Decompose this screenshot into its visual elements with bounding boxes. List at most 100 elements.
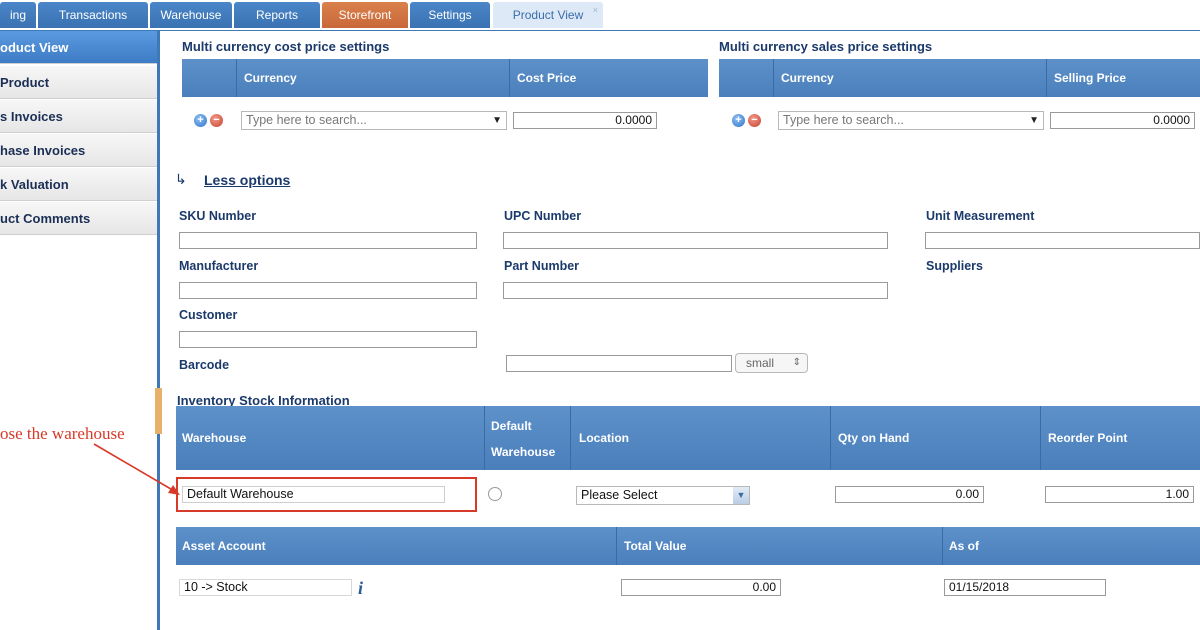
column-header-location: Location	[579, 431, 629, 445]
tab-product-view[interactable]: Product View ×	[493, 2, 603, 28]
tab-transactions[interactable]: Transactions	[38, 2, 148, 28]
asset-account-input[interactable]: 10 -> Stock	[179, 579, 352, 596]
info-icon[interactable]: i	[358, 578, 363, 599]
as-of-date-input[interactable]: 01/15/2018	[944, 579, 1106, 596]
sidebar-item-label: uct Comments	[0, 211, 91, 226]
tab-label: Product View	[512, 8, 584, 22]
annotation-arrow-icon	[93, 443, 180, 495]
tab-settings[interactable]: Settings	[410, 2, 490, 28]
sales-settings-title: Multi currency sales price settings	[719, 39, 933, 54]
remove-row-icon[interactable]: −	[210, 114, 223, 127]
grid-divider	[830, 406, 831, 470]
sidebar-item-label: k Valuation	[0, 177, 69, 192]
chevron-down-icon: ▼	[733, 487, 749, 504]
cost-grid-header: Currency Cost Price	[182, 59, 708, 97]
sales-currency-search[interactable]: Type here to search... ▼	[778, 111, 1044, 130]
default-warehouse-radio[interactable]	[488, 487, 502, 501]
reorder-point-input[interactable]: 1.00	[1045, 486, 1194, 503]
grid-divider	[616, 527, 617, 565]
cost-currency-search[interactable]: Type here to search... ▼	[241, 111, 507, 130]
sales-grid-header: Currency Selling Price	[719, 59, 1200, 97]
column-header-qty-on-hand: Qty on Hand	[838, 431, 910, 445]
sidebar-item-product-comments[interactable]: uct Comments	[0, 202, 157, 235]
column-header-cost-price: Cost Price	[517, 71, 577, 85]
column-header-currency: Currency	[781, 71, 834, 85]
sidebar-item-label: Product	[0, 75, 50, 90]
close-icon[interactable]: ×	[593, 0, 598, 23]
tab-label: Warehouse	[160, 8, 222, 22]
grid-divider	[1046, 59, 1047, 97]
cost-settings-title: Multi currency cost price settings	[182, 39, 390, 54]
top-tab-bar: ing Transactions Warehouse Reports Store…	[0, 0, 1200, 31]
sidebar-divider	[157, 31, 160, 630]
tab-label: Reports	[255, 8, 299, 22]
customer-input[interactable]	[179, 331, 477, 348]
grid-divider	[942, 527, 943, 565]
part-number-label: Part Number	[504, 259, 580, 273]
part-number-input[interactable]	[503, 282, 888, 299]
select-value: Please Select	[581, 488, 658, 502]
tab-reports[interactable]: Reports	[234, 2, 320, 28]
column-header-default-line2: Warehouse	[491, 445, 556, 459]
column-header-selling-price: Selling Price	[1054, 71, 1127, 85]
sku-input[interactable]	[179, 232, 477, 249]
barcode-label: Barcode	[179, 358, 230, 372]
barcode-input[interactable]	[506, 355, 732, 372]
remove-row-icon[interactable]: −	[748, 114, 761, 127]
tab-label: Transactions	[58, 8, 128, 22]
search-placeholder: Type here to search...	[246, 113, 367, 127]
column-header-reorder-point: Reorder Point	[1048, 431, 1128, 445]
sidebar-item-purchase-invoices[interactable]: hase Invoices	[0, 134, 157, 167]
grid-divider	[1040, 406, 1041, 470]
barcode-size-select[interactable]: small ⇕	[735, 353, 808, 373]
less-options-arrow-icon: ↳	[175, 171, 187, 187]
tab-accounting[interactable]: ing	[0, 2, 36, 28]
location-select[interactable]: Please Select ▼	[576, 486, 750, 505]
column-header-asset-account: Asset Account	[182, 539, 266, 553]
search-placeholder: Type here to search...	[783, 113, 904, 127]
customer-label: Customer	[179, 308, 238, 322]
dropdown-arrow-icon: ▼	[492, 115, 502, 126]
column-header-warehouse: Warehouse	[182, 431, 247, 445]
sidebar-item-sales-invoices[interactable]: s Invoices	[0, 100, 157, 133]
tab-warehouse[interactable]: Warehouse	[150, 2, 232, 28]
less-options-link[interactable]: Less options	[204, 172, 290, 188]
sidebar-item-label: hase Invoices	[0, 143, 86, 158]
inventory-grid-header: Warehouse Default Warehouse Location Qty…	[176, 406, 1200, 470]
warehouse-input[interactable]: Default Warehouse	[182, 486, 445, 503]
selling-price-input[interactable]: 0.0000	[1050, 112, 1195, 129]
select-value: small	[746, 356, 775, 370]
column-header-as-of: As of	[949, 539, 979, 553]
suppliers-label: Suppliers	[926, 259, 983, 273]
sidebar-item-stock-valuation[interactable]: k Valuation	[0, 168, 157, 201]
manufacturer-label: Manufacturer	[179, 259, 259, 273]
grid-divider	[509, 59, 510, 97]
sidebar: oduct View Product s Invoices hase Invoi…	[0, 31, 157, 630]
unit-measurement-label: Unit Measurement	[926, 209, 1035, 223]
sku-label: SKU Number	[179, 209, 257, 223]
unit-measurement-input[interactable]	[925, 232, 1200, 249]
sidebar-item-product-view[interactable]: oduct View	[0, 31, 157, 64]
sidebar-item-label: s Invoices	[0, 109, 63, 124]
column-header-default-line1: Default	[491, 419, 532, 433]
column-header-currency: Currency	[244, 71, 297, 85]
stepper-arrows-icon: ⇕	[792, 357, 801, 368]
qty-on-hand-input[interactable]: 0.00	[835, 486, 984, 503]
tab-storefront[interactable]: Storefront	[322, 2, 408, 28]
tab-label: Storefront	[338, 8, 392, 22]
total-value-input[interactable]: 0.00	[621, 579, 781, 596]
upc-input[interactable]	[503, 232, 888, 249]
grid-divider	[570, 406, 571, 470]
grid-divider	[236, 59, 237, 97]
tab-label: Settings	[428, 8, 472, 22]
sidebar-collapse-handle[interactable]	[155, 388, 162, 434]
manufacturer-input[interactable]	[179, 282, 477, 299]
grid-divider	[484, 406, 485, 470]
sidebar-item-label: oduct View	[0, 40, 69, 55]
cost-price-input[interactable]: 0.0000	[513, 112, 657, 129]
upc-label: UPC Number	[504, 209, 582, 223]
tab-label: ing	[9, 8, 26, 22]
sidebar-item-product[interactable]: Product	[0, 66, 157, 99]
add-row-icon[interactable]: +	[194, 114, 207, 127]
add-row-icon[interactable]: +	[732, 114, 745, 127]
